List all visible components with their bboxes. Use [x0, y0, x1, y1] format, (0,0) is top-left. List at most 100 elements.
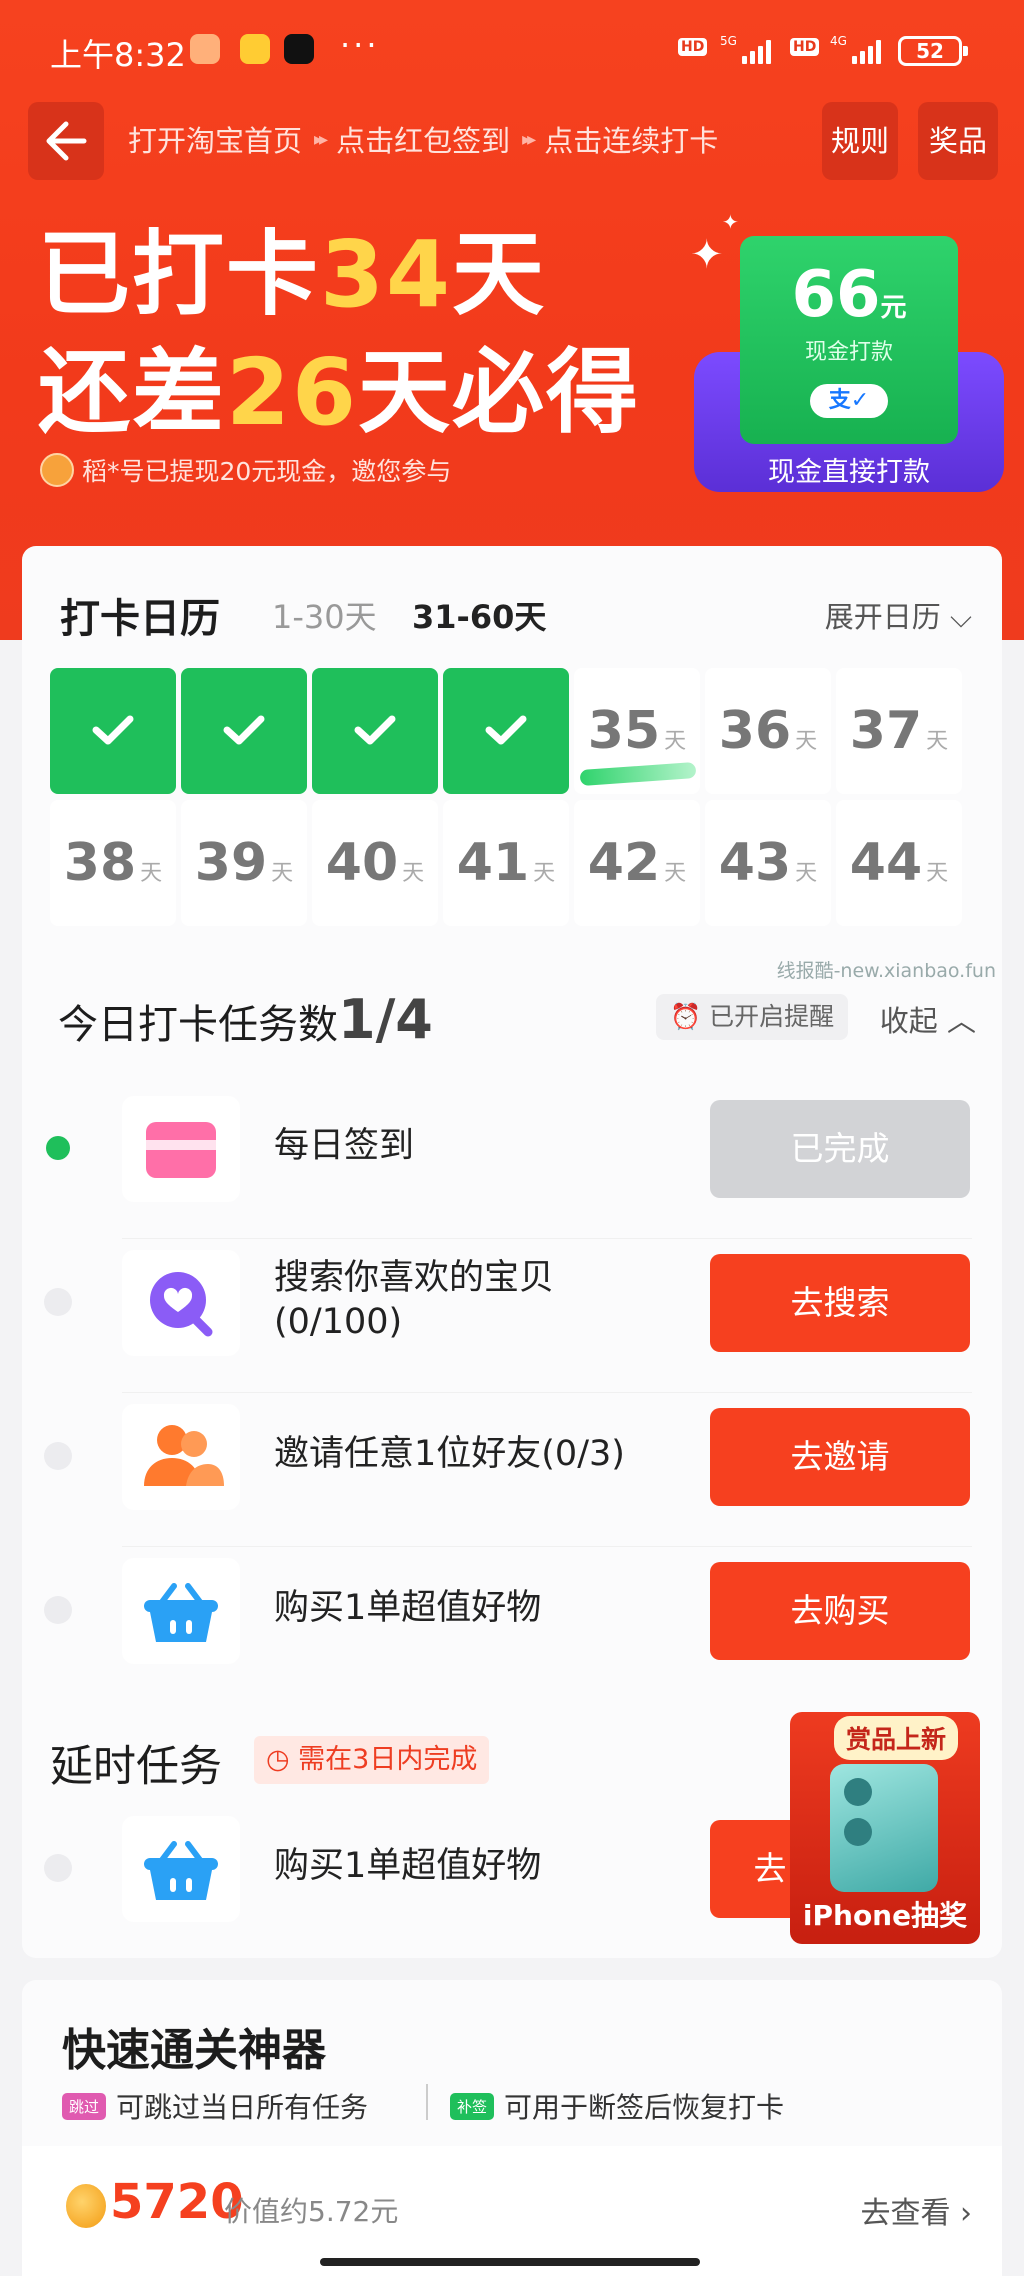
network-5g-label: 5G: [720, 34, 737, 48]
calendar-day-39: 39 天: [181, 800, 307, 926]
chevron-right-icon: ›: [960, 2196, 972, 2231]
days-remaining-title: 还差26天必得: [38, 318, 640, 451]
iphone-lottery-promo[interactable]: 赏品上新 iPhone抽奖: [790, 1712, 980, 1944]
task-label: 邀请任意1位好友(0/3): [274, 1434, 625, 1474]
cash-label: 现金打款: [804, 340, 893, 365]
task-row-search: 搜索你喜欢的宝贝 (0/100) 去搜索: [22, 1238, 1002, 1393]
watermark: 线报酷-new.xianbao.fun: [776, 960, 996, 982]
quick-pass-card: 快速通关神器 跳过 可跳过当日所有任务 补签 可用于断签后恢复打卡 5720 价…: [22, 1980, 1002, 2276]
phone-image: [830, 1764, 938, 1892]
calendar-day-41: 41 天: [443, 800, 569, 926]
hd-icon: HD: [678, 38, 708, 56]
days-checked-title: 已打卡34天: [38, 200, 546, 333]
step-2: 点击红包签到: [336, 124, 511, 158]
check-icon: [92, 715, 134, 745]
cash-reward-card[interactable]: 66元 现金打款 支✓: [740, 236, 958, 444]
status-dot: [46, 1136, 70, 1160]
go-view-label: 去查看: [860, 2196, 951, 2231]
back-button[interactable]: [28, 102, 104, 180]
reminder-label: 已开启提醒: [709, 1002, 835, 1031]
prize-button[interactable]: 奖品: [918, 102, 998, 180]
completed-button[interactable]: 已完成: [710, 1100, 970, 1198]
status-bar: 上午8:32 ··· HD 5G HD 4G 52: [0, 0, 1024, 100]
collapse-label: 收起: [879, 1004, 938, 1038]
search-heart-icon: [122, 1250, 240, 1356]
coin-balance-row[interactable]: 5720 价值约5.72元 去查看 ›: [22, 2146, 1002, 2276]
task-label: 购买1单超值好物: [274, 1846, 542, 1886]
title-text: 天: [452, 221, 547, 328]
task-count: 1/4: [338, 988, 433, 1051]
check-icon: [485, 715, 527, 745]
status-dot: [44, 1596, 72, 1624]
more-notifications-icon: ···: [340, 26, 380, 64]
chevron-down-icon: ⌵: [950, 600, 972, 634]
step-arrow-icon: ▸▸: [314, 128, 328, 150]
gold-coin-icon: [66, 2184, 106, 2228]
deadline-badge: ◷ 需在3日内完成: [254, 1736, 490, 1784]
check-icon: [354, 715, 396, 745]
calendar-day-40: 40 天: [312, 800, 438, 926]
task-row-purchase: 购买1单超值好物 去购买: [22, 1546, 1002, 1701]
hd-icon: HD: [790, 38, 820, 56]
task-title-text: 今日打卡任务数: [58, 1002, 338, 1048]
range-tab-31-60[interactable]: 31-60天: [412, 592, 546, 638]
go-buy-button[interactable]: 去购买: [710, 1562, 970, 1660]
basket-icon: [122, 1558, 240, 1664]
network-4g-label: 4G: [830, 34, 847, 48]
task-label: 购买1单超值好物: [274, 1588, 542, 1628]
task-row-invite: 邀请任意1位好友(0/3) 去邀请: [22, 1392, 1002, 1547]
withdraw-note: 稻*号已提现20元现金，邀您参与: [40, 452, 451, 488]
users-icon: [122, 1404, 240, 1510]
battery-icon: 52: [898, 36, 968, 66]
app-notification-icon: [240, 34, 270, 64]
cash-caption: 现金直接打款: [768, 457, 930, 488]
divider: [426, 2084, 428, 2120]
today-highlight: [579, 761, 697, 787]
avatar: [40, 453, 74, 487]
feature-makeup-text: 可用于断签后恢复打卡: [504, 2091, 785, 2124]
feature-makeup: 补签 可用于断签后恢复打卡: [450, 2086, 784, 2126]
sparkle-icon: ✦: [722, 210, 739, 234]
range-tab-1-30[interactable]: 1-30天: [272, 592, 377, 638]
sparkle-icon: ✦: [690, 232, 724, 278]
task-label: 搜索你喜欢的宝贝 (0/100): [274, 1258, 555, 1342]
calendar-day-36: 36 天: [705, 668, 831, 794]
tiktok-icon: [284, 34, 314, 64]
calendar-day-42: 42 天: [574, 800, 700, 926]
calendar-day-33: [312, 668, 438, 794]
back-arrow-icon: [46, 121, 87, 161]
task-label: 每日签到: [274, 1126, 415, 1166]
calendar-day-43: 43 天: [705, 800, 831, 926]
alipay-wechat-icon: 支✓: [810, 384, 888, 418]
calendar-day-34: [443, 668, 569, 794]
calendar-day-32: [181, 668, 307, 794]
title-text: 已打卡: [38, 221, 321, 328]
steps-guide: 打开淘宝首页 ▸▸ 点击红包签到 ▸▸ 点击连续打卡: [128, 118, 718, 160]
delayed-tasks-title: 延时任务: [50, 1742, 222, 1792]
clock-icon: ◷: [266, 1744, 290, 1775]
title-text: 天必得: [358, 339, 641, 446]
alarm-icon: ⏰: [670, 1002, 702, 1031]
quick-pass-title: 快速通关神器: [62, 2025, 326, 2076]
rules-button[interactable]: 规则: [822, 102, 898, 180]
go-search-button[interactable]: 去搜索: [710, 1254, 970, 1352]
go-invite-button[interactable]: 去邀请: [710, 1408, 970, 1506]
home-indicator[interactable]: [320, 2258, 700, 2266]
signal-icon: [742, 38, 771, 64]
reminder-toggle[interactable]: ⏰ 已开启提醒: [656, 994, 849, 1040]
go-view-link[interactable]: 去查看 ›: [860, 2188, 972, 2232]
status-dot: [44, 1442, 72, 1470]
days-remaining-count: 26: [226, 339, 359, 446]
app-notification-icon: [190, 34, 220, 64]
signal-icon: [852, 38, 881, 64]
collapse-button[interactable]: 收起 ︿: [880, 998, 976, 1040]
calendar-day-37: 37 天: [836, 668, 962, 794]
step-3: 点击连续打卡: [544, 124, 719, 158]
calendar-day-35: 35 天: [574, 668, 700, 794]
calendar-day-31: [50, 668, 176, 794]
check-icon: [223, 715, 265, 745]
step-arrow-icon: ▸▸: [522, 128, 536, 150]
expand-calendar-button[interactable]: 展开日历 ⌵: [825, 594, 972, 636]
feature-skip-text: 可跳过当日所有任务: [116, 2091, 369, 2124]
task-count-title: 今日打卡任务数1/4: [58, 988, 433, 1051]
